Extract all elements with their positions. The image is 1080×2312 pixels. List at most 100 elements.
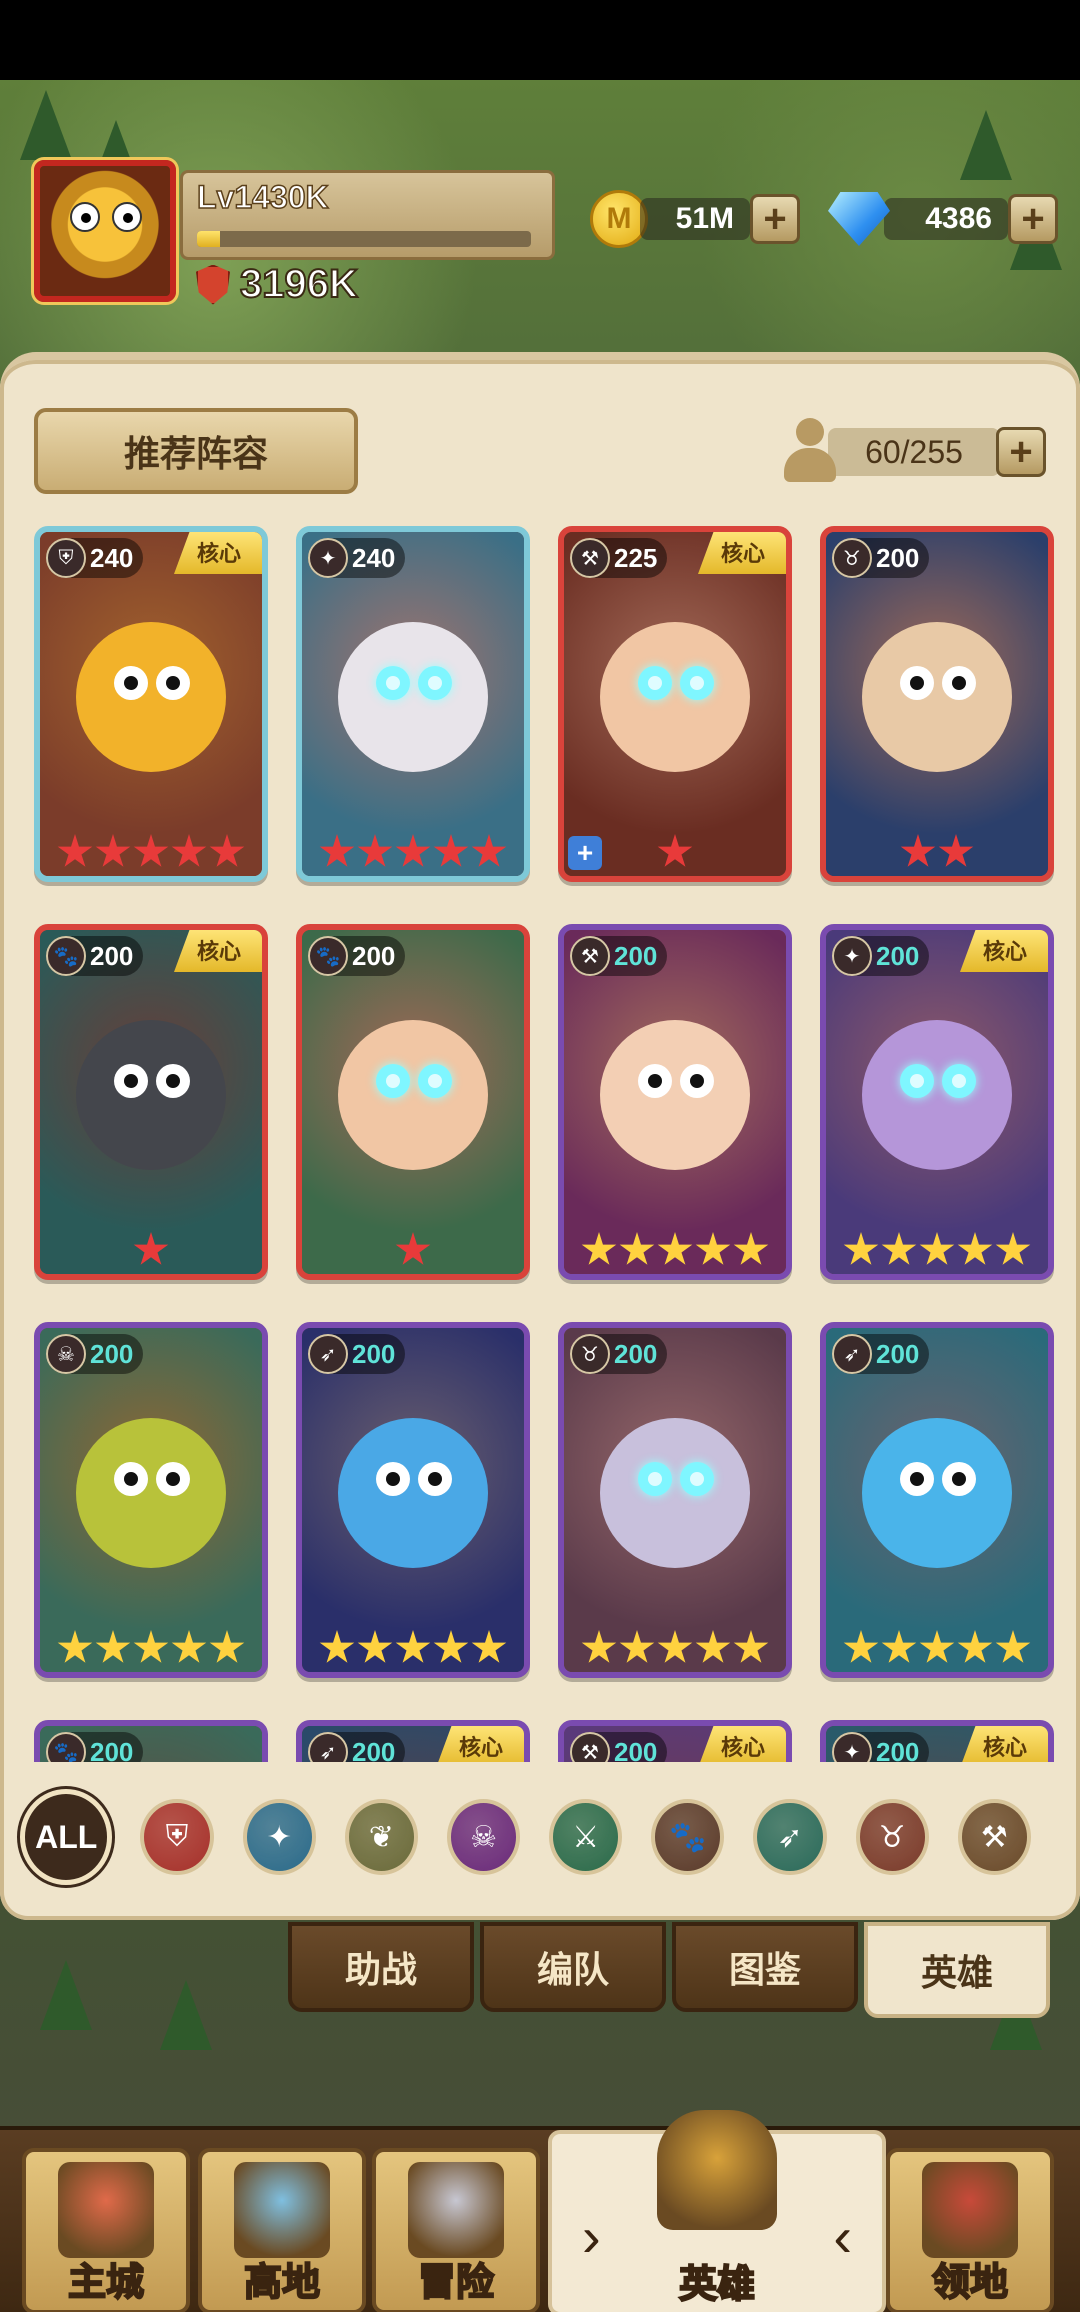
star-rating xyxy=(564,1232,786,1268)
hero-card[interactable]: ➶ 200 核心 xyxy=(296,1720,530,1762)
upgrade-plus-icon: + xyxy=(568,836,602,870)
filter-hammer-icon[interactable]: ⚒ xyxy=(957,1799,1031,1875)
star-icon xyxy=(938,834,974,867)
star-icon xyxy=(209,1630,245,1663)
hero-card[interactable]: ⚒ 200 xyxy=(558,924,792,1280)
tree-decoration xyxy=(960,110,1012,180)
hero-card[interactable]: 🐾 200 核心 xyxy=(34,924,268,1280)
star-icon xyxy=(919,1630,955,1663)
star-icon xyxy=(995,1232,1031,1265)
hero-count: 60/255 + xyxy=(784,418,1050,484)
add-gems-button[interactable]: + xyxy=(1008,194,1058,244)
hero-eye xyxy=(418,1064,452,1099)
hero-level-badge: ⚒ 200 xyxy=(570,936,668,976)
hero-level-badge: 🐾 200 xyxy=(46,1732,144,1762)
hero-portrait xyxy=(40,1328,262,1672)
nav-banner[interactable]: 领地 xyxy=(886,2148,1054,2312)
star-icon xyxy=(843,1232,879,1265)
nav-crossed-swords[interactable]: 冒险 xyxy=(372,2148,540,2312)
hero-card[interactable]: ♉ 200 xyxy=(820,526,1054,882)
hero-level: 200 xyxy=(90,1338,134,1369)
hero-eye xyxy=(680,666,714,701)
hero-card[interactable]: ➶ 200 xyxy=(820,1322,1054,1678)
nav-helmet[interactable]: 英雄 › ‹ xyxy=(548,2110,886,2312)
hero-level: 200 xyxy=(352,1736,396,1763)
filter-all-button[interactable]: ALL xyxy=(20,1789,113,1885)
power-shield-icon xyxy=(196,264,230,305)
level-panel: Lv1430K xyxy=(180,170,555,260)
hero-eye xyxy=(942,1462,976,1497)
hero-card[interactable]: ⚒ 225 核心 + xyxy=(558,526,792,882)
tab-2[interactable]: 图鉴 xyxy=(672,1922,858,2012)
xp-bar xyxy=(197,231,531,247)
hero-level: 200 xyxy=(876,542,920,573)
filter-demon-icon[interactable]: ♉ xyxy=(855,1799,929,1875)
hero-face xyxy=(338,622,488,773)
hero-level-badge: ♉ 200 xyxy=(570,1334,668,1374)
hero-level-badge: ⚒ 225 xyxy=(570,538,668,578)
tab-1[interactable]: 编队 xyxy=(480,1922,666,2012)
filter-shield-icon[interactable]: ⛨ xyxy=(140,1799,214,1875)
recommended-lineup-button[interactable]: 推荐阵容 xyxy=(34,408,358,494)
tree-decoration xyxy=(20,90,72,160)
star-icon xyxy=(919,1232,955,1265)
star-icon xyxy=(657,834,693,867)
star-icon xyxy=(133,1232,169,1265)
hero-card[interactable]: ♉ 200 xyxy=(558,1322,792,1678)
filter-skull-icon[interactable]: ☠ xyxy=(446,1799,521,1875)
expand-hero-slots-button[interactable]: + xyxy=(996,427,1046,477)
hero-level: 225 xyxy=(614,542,658,573)
power-display: 3196K xyxy=(196,261,359,307)
star-icon xyxy=(695,1232,731,1265)
star-icon xyxy=(619,1630,655,1663)
tab-0[interactable]: 助战 xyxy=(288,1922,474,2012)
player-avatar[interactable] xyxy=(34,160,176,302)
filter-crossed-swords-icon[interactable]: ⚔ xyxy=(549,1799,623,1875)
hero-portrait xyxy=(826,1328,1048,1672)
filter-winged-emblem-icon[interactable]: ❦ xyxy=(344,1799,418,1875)
nav-label: 主城 xyxy=(67,2261,145,2305)
hero-level-badge: 🐾 200 xyxy=(46,936,144,976)
bow-icon: ➶ xyxy=(308,1732,348,1762)
hero-level: 200 xyxy=(614,1338,658,1369)
hero-card[interactable]: 🐾 200 xyxy=(34,1720,268,1762)
shield-icon: ⛨ xyxy=(165,1820,189,1853)
hero-card[interactable]: 🐾 200 xyxy=(296,924,530,1280)
hero-card[interactable]: ➶ 200 xyxy=(296,1322,530,1678)
hero-level: 200 xyxy=(352,1338,396,1369)
light-icon: ✦ xyxy=(266,1820,292,1854)
hero-card[interactable]: ✦ 240 xyxy=(296,526,530,882)
nav-castle[interactable]: 主城 xyxy=(22,2148,190,2312)
star-icon xyxy=(881,1232,917,1265)
hero-eye xyxy=(942,666,976,701)
light-icon: ✦ xyxy=(832,936,872,976)
hero-level: 200 xyxy=(614,940,658,971)
add-coins-button[interactable]: + xyxy=(750,194,800,244)
hero-level: 200 xyxy=(352,940,396,971)
hero-card[interactable]: ⛨ 240 核心 xyxy=(34,526,268,882)
filter-bow-icon[interactable]: ➶ xyxy=(753,1799,827,1875)
star-icon xyxy=(843,1630,879,1663)
hero-portrait xyxy=(302,532,524,876)
hero-count-value: 60/255 xyxy=(828,428,1000,476)
banner-icon xyxy=(922,2162,1018,2258)
star-icon xyxy=(357,834,393,867)
bow-icon: ➶ xyxy=(832,1334,872,1374)
paw-icon: 🐾 xyxy=(46,1732,86,1762)
hero-card[interactable]: ✦ 200 核心 xyxy=(820,1720,1054,1762)
nav-highland[interactable]: 高地 xyxy=(198,2148,366,2312)
hero-level: 200 xyxy=(876,1338,920,1369)
hero-portrait xyxy=(302,1328,524,1672)
star-icon xyxy=(171,834,207,867)
star-rating xyxy=(826,834,1048,870)
filter-light-icon[interactable]: ✦ xyxy=(242,1799,316,1875)
filter-paw-icon[interactable]: 🐾 xyxy=(651,1799,725,1875)
star-rating xyxy=(302,1630,524,1666)
tab-3[interactable]: 英雄 xyxy=(864,1922,1050,2018)
winged-emblem-icon: ❦ xyxy=(368,1820,394,1854)
hero-face xyxy=(862,622,1012,773)
hero-eye xyxy=(900,1064,934,1099)
hero-card[interactable]: ☠ 200 xyxy=(34,1322,268,1678)
hero-card[interactable]: ✦ 200 核心 xyxy=(820,924,1054,1280)
hero-card[interactable]: ⚒ 200 核心 xyxy=(558,1720,792,1762)
